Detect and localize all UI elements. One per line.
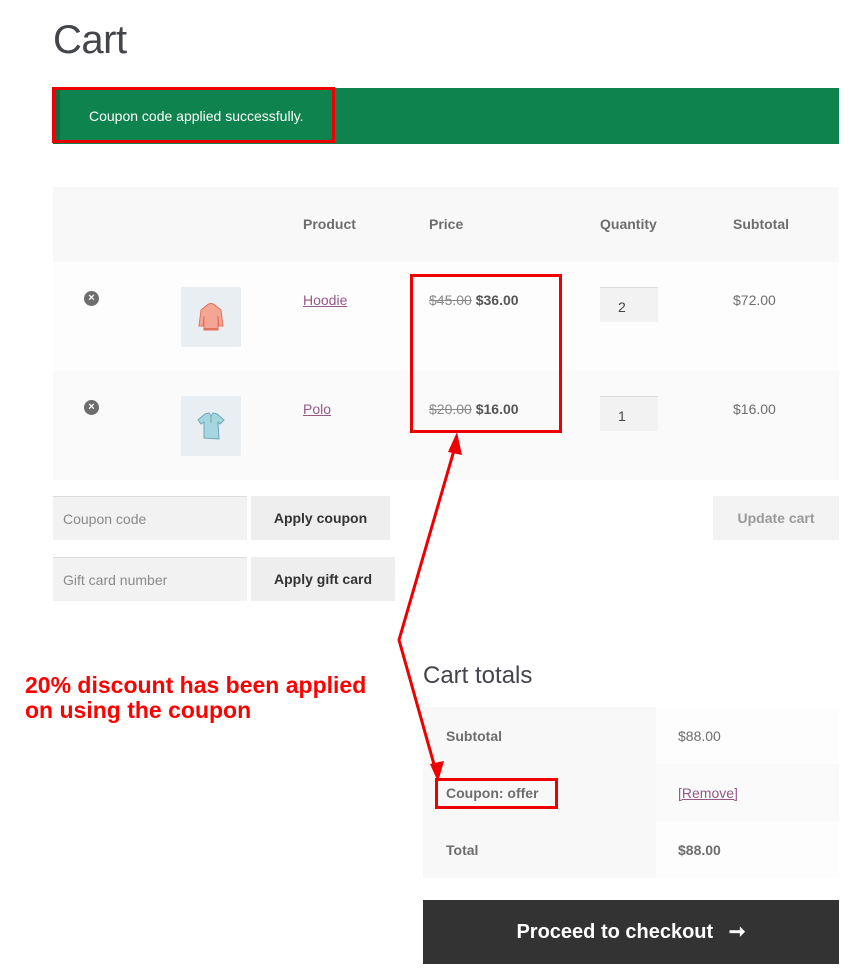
gift-card-input[interactable]: Gift card number xyxy=(53,557,247,601)
remove-item-icon[interactable]: × xyxy=(84,291,99,306)
annotation-box-prices xyxy=(410,274,562,433)
apply-gift-card-button[interactable]: Apply gift card xyxy=(251,557,395,601)
quantity-input[interactable]: 1 xyxy=(600,396,658,431)
remove-coupon-link[interactable]: [Remove] xyxy=(678,785,738,801)
page-title: Cart xyxy=(53,18,127,62)
header-price: Price xyxy=(429,216,464,232)
product-link-hoodie[interactable]: Hoodie xyxy=(303,292,347,308)
totals-value: $88.00 xyxy=(656,821,839,878)
polo-shirt-image[interactable] xyxy=(181,396,241,456)
quantity-input[interactable]: 2 xyxy=(600,287,658,322)
checkout-label: Proceed to checkout xyxy=(516,921,714,943)
product-link-polo[interactable]: Polo xyxy=(303,401,331,417)
row-subtotal: $72.00 xyxy=(733,292,776,308)
remove-item-icon[interactable]: × xyxy=(84,400,99,415)
totals-value: $88.00 xyxy=(656,707,839,764)
apply-coupon-button[interactable]: Apply coupon xyxy=(251,496,390,540)
annotation-box-notice xyxy=(52,87,335,143)
polo-icon xyxy=(197,412,225,440)
cart-totals-title: Cart totals xyxy=(423,662,533,689)
header-product: Product xyxy=(303,216,356,232)
annotation-text: 20% discount has been applied on using t… xyxy=(25,673,366,723)
proceed-to-checkout-button[interactable]: Proceed to checkout ➞ xyxy=(423,900,839,964)
totals-label: Total xyxy=(423,821,656,878)
arrow-right-icon: ➞ xyxy=(728,921,746,943)
table-header: Product Price Quantity Subtotal xyxy=(53,187,839,262)
totals-label: Subtotal xyxy=(423,707,656,764)
totals-row-total: Total $88.00 xyxy=(423,821,839,878)
hoodie-icon xyxy=(198,303,224,331)
hoodie-image[interactable] xyxy=(181,287,241,347)
update-cart-button[interactable]: Update cart xyxy=(713,496,839,540)
annotation-line-2: on using the coupon xyxy=(25,697,252,723)
annotation-box-coupon xyxy=(435,778,558,809)
totals-value: [Remove] xyxy=(656,764,839,821)
coupon-code-input[interactable]: Coupon code xyxy=(53,496,247,540)
totals-row-subtotal: Subtotal $88.00 xyxy=(423,707,839,764)
header-quantity: Quantity xyxy=(600,216,657,232)
row-subtotal: $16.00 xyxy=(733,401,776,417)
annotation-line-1: 20% discount has been applied xyxy=(25,672,367,698)
header-subtotal: Subtotal xyxy=(733,216,789,232)
